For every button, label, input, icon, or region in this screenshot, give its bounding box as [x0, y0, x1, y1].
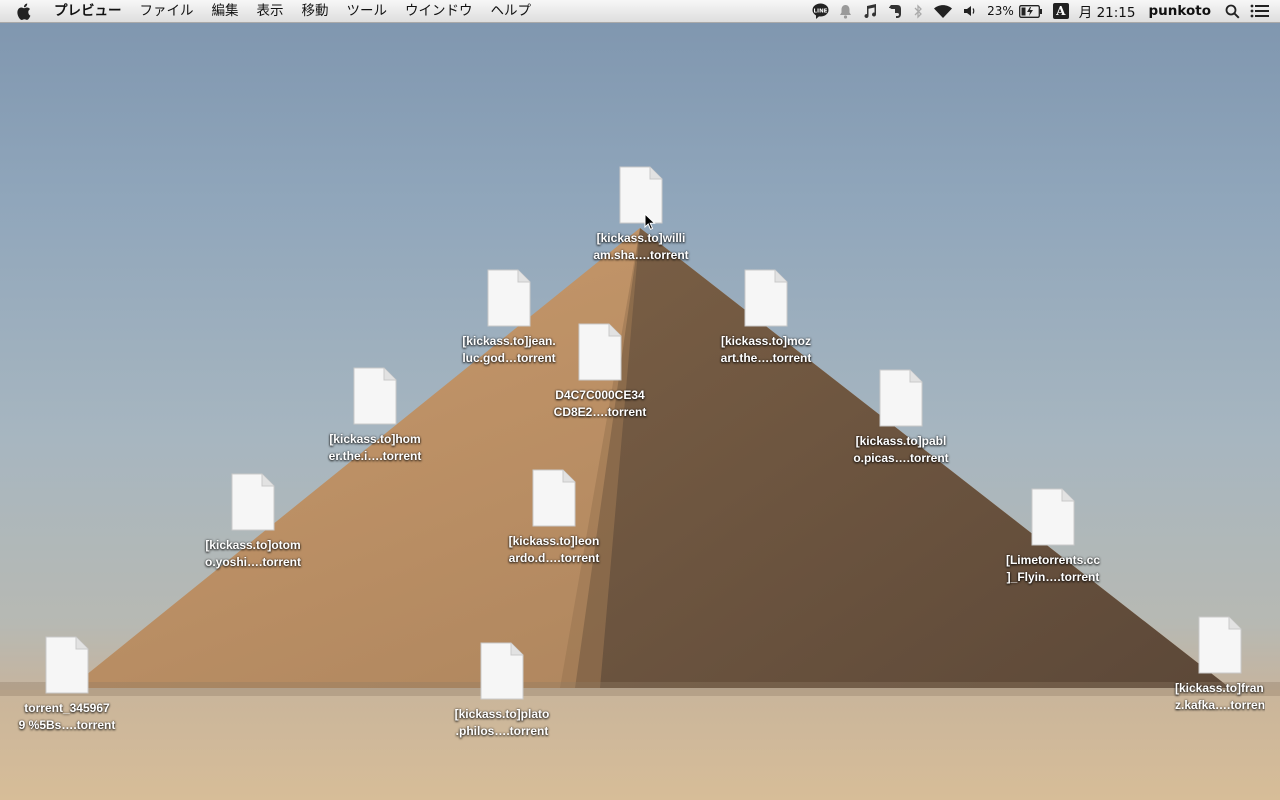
desktop-file-icon[interactable]: [kickass.to]plato .philos….torrent: [442, 642, 562, 740]
menu-file[interactable]: ファイル: [131, 0, 203, 22]
document-icon: [480, 642, 524, 700]
file-name-line1: [kickass.to]hom: [329, 432, 421, 446]
notification-bell-icon[interactable]: [834, 0, 857, 22]
battery-percentage[interactable]: 23%: [982, 0, 1019, 22]
document-icon: [231, 473, 275, 531]
desktop-file-icon[interactable]: [kickass.to]hom er.the.i….torrent: [315, 367, 435, 465]
input-method-letter: A: [1052, 3, 1069, 19]
document-icon: [619, 166, 663, 224]
desktop-file-icon[interactable]: torrent_345967 9 %5Bs….torrent: [7, 636, 127, 734]
file-name-line1: [kickass.to]fran: [1175, 681, 1264, 695]
bluetooth-icon[interactable]: [908, 0, 928, 22]
file-name-line2: o.yoshi….torrent: [204, 555, 301, 569]
file-name-label: [kickass.to]leon ardo.d….torrent: [498, 533, 610, 567]
file-name-label: D4C7C000CE34 CD8E2….torrent: [544, 387, 656, 421]
file-name-label: [kickass.to]plato .philos….torrent: [446, 706, 558, 740]
desktop-file-icon[interactable]: [kickass.to]fran z.kafka….torrent: [1160, 616, 1280, 714]
desktop-file-icon[interactable]: [kickass.to]moz art.the….torrent: [706, 269, 826, 367]
file-name-line2: 9 %5Bs….torrent: [18, 718, 116, 732]
file-name-label: [Limetorrents.cc ]_Flyin….torrent: [997, 552, 1109, 586]
app-menu-preview[interactable]: プレビュー: [46, 0, 131, 22]
document-icon: [744, 269, 788, 327]
file-name-label: [kickass.to]fran z.kafka….torrent: [1145, 680, 1265, 714]
document-icon: [45, 636, 89, 694]
menu-go[interactable]: 移動: [293, 0, 338, 22]
file-name-line1: [kickass.to]willi: [596, 231, 686, 245]
document-icon: [532, 469, 576, 527]
volume-speaker-icon[interactable]: [958, 0, 982, 22]
line-icon-text: LINE: [814, 8, 828, 14]
menu-help[interactable]: ヘルプ: [482, 0, 541, 22]
line-app-icon[interactable]: LINE: [807, 0, 834, 22]
menu-view[interactable]: 表示: [248, 0, 293, 22]
file-name-line2: CD8E2….torrent: [553, 405, 647, 419]
file-name-line2: am.sha….torrent: [593, 248, 689, 262]
desktop-file-icon[interactable]: [kickass.to]leon ardo.d….torrent: [494, 469, 614, 567]
file-name-label: [kickass.to]pabl o.picas….torrent: [845, 433, 957, 467]
file-name-label: [kickass.to]hom er.the.i….torrent: [319, 431, 431, 465]
menu-bar: プレビュー ファイル 編集 表示 移動 ツール ウインドウ ヘルプ LINE 2…: [0, 0, 1280, 23]
wifi-icon[interactable]: [928, 0, 958, 22]
desktop-file-icon[interactable]: [kickass.to]willi am.sha….torrent: [581, 166, 701, 264]
document-icon: [1031, 488, 1075, 546]
user-account-name[interactable]: punkoto: [1140, 0, 1220, 22]
document-icon: [578, 323, 622, 381]
file-name-line2: ]_Flyin….torrent: [1006, 570, 1100, 584]
evernote-elephant-icon[interactable]: [883, 0, 908, 22]
file-name-line1: torrent_345967: [24, 701, 110, 715]
file-name-label: torrent_345967 9 %5Bs….torrent: [11, 700, 123, 734]
file-name-line1: [kickass.to]leon: [508, 534, 600, 548]
apple-menu-icon[interactable]: [0, 0, 46, 22]
file-name-line2: er.the.i….torrent: [328, 449, 422, 463]
itunes-music-note-icon[interactable]: [857, 0, 883, 22]
file-name-line2: z.kafka….torrent: [1175, 698, 1265, 712]
file-name-line2: ardo.d….torrent: [508, 551, 600, 565]
menu-window[interactable]: ウインドウ: [396, 0, 482, 22]
battery-charging-icon[interactable]: [1018, 0, 1048, 22]
file-name-label: [kickass.to]willi am.sha….torrent: [585, 230, 697, 264]
menubar-clock[interactable]: 月 21:15: [1074, 0, 1141, 22]
file-name-line2: o.picas….torrent: [853, 451, 949, 465]
desktop-file-icon[interactable]: [kickass.to]pabl o.picas….torrent: [841, 369, 961, 467]
desktop-file-icon[interactable]: [Limetorrents.cc ]_Flyin….torrent: [993, 488, 1113, 586]
input-method-indicator[interactable]: A: [1048, 0, 1074, 22]
file-name-line1: [kickass.to]otom: [205, 538, 301, 552]
file-name-label: [kickass.to]moz art.the….torrent: [710, 333, 822, 367]
desktop-file-icon[interactable]: [kickass.to]otom o.yoshi….torrent: [193, 473, 313, 571]
file-name-line2: art.the….torrent: [720, 351, 812, 365]
desktop-file-icon[interactable]: D4C7C000CE34 CD8E2….torrent: [540, 323, 660, 421]
file-name-line1: [kickass.to]plato: [454, 707, 550, 721]
document-icon: [879, 369, 923, 427]
file-name-label: [kickass.to]otom o.yoshi….torrent: [197, 537, 309, 571]
mouse-pointer-icon: [644, 213, 656, 230]
notification-center-list-icon[interactable]: [1245, 0, 1280, 22]
file-name-line2: .philos….torrent: [455, 724, 549, 738]
spotlight-search-icon[interactable]: [1220, 0, 1245, 22]
file-name-line1: [kickass.to]moz: [720, 334, 812, 348]
document-icon: [487, 269, 531, 327]
file-name-line1: D4C7C000CE34: [555, 388, 645, 402]
menu-tools[interactable]: ツール: [338, 0, 397, 22]
document-icon: [353, 367, 397, 425]
document-icon: [1198, 616, 1242, 674]
menu-edit[interactable]: 編集: [203, 0, 248, 22]
file-name-line1: [Limetorrents.cc: [1005, 553, 1101, 567]
file-name-line1: [kickass.to]pabl: [855, 434, 947, 448]
